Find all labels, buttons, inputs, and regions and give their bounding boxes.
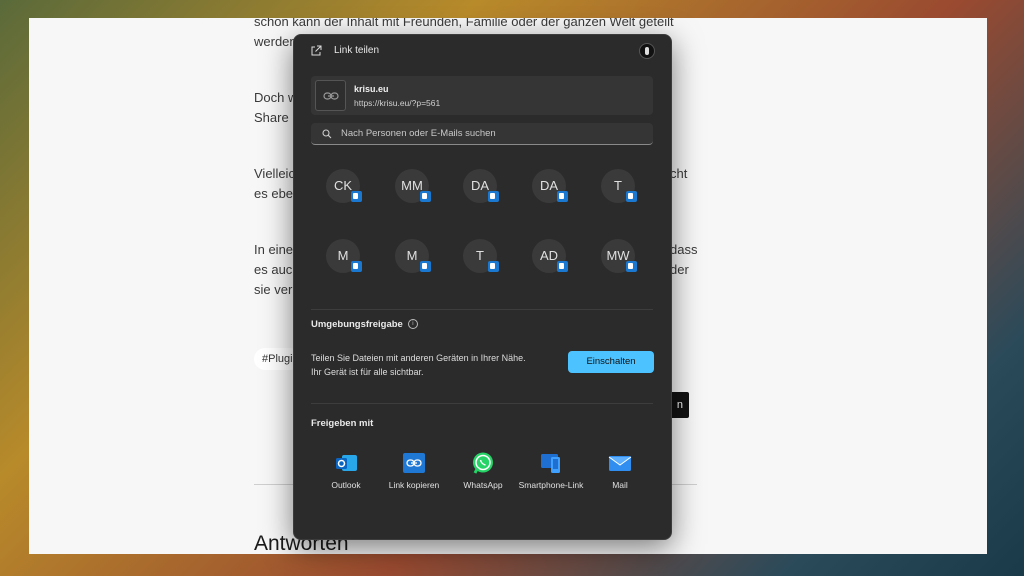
share-app-label: Smartphone-Link (518, 480, 584, 490)
share-app-whatsapp[interactable]: WhatsApp (448, 451, 518, 491)
share-app-mail[interactable]: Mail (585, 451, 655, 491)
share-dialog: Link teilen krisu.eu https://krisu.eu/?p… (293, 34, 672, 540)
link-title: krisu.eu (354, 84, 389, 94)
link-thumbnail (315, 80, 346, 111)
nearby-sharing-description: Teilen Sie Dateien mit anderen Geräten i… (311, 353, 526, 377)
article-line: Doch w (254, 90, 298, 105)
contact-grid: CK MM DA DA T M M T AD MW (311, 165, 653, 295)
phone-link-icon (539, 451, 563, 475)
link-url: https://krisu.eu/?p=561 (354, 98, 441, 108)
article-line: Share l (254, 110, 296, 125)
share-app-outlook[interactable]: Outlook (311, 451, 381, 491)
dialog-header: Link teilen (294, 35, 671, 67)
outlook-badge-icon (420, 191, 431, 202)
article-line: cht (670, 166, 688, 181)
outlook-icon (334, 451, 358, 475)
outlook-badge-icon (420, 261, 431, 272)
link-icon (402, 451, 426, 475)
outlook-badge-icon (488, 261, 499, 272)
search-input[interactable] (341, 126, 641, 141)
contact-item[interactable]: M (326, 239, 362, 273)
contact-item[interactable]: M (395, 239, 431, 273)
outlook-badge-icon (626, 191, 637, 202)
contact-item[interactable]: DA (463, 169, 499, 203)
outlook-badge-icon (626, 261, 637, 272)
article-line: schon kann der Inhalt mit Freunden, Fami… (254, 18, 674, 29)
search-icon (322, 129, 332, 139)
share-app-copy-link[interactable]: Link kopieren (379, 451, 449, 491)
dialog-title: Link teilen (334, 45, 380, 56)
nearby-sharing-label: Umgebungsfreigabe (311, 319, 403, 330)
share-app-list: Outlook Link kopieren WhatsApp Smartphon… (311, 451, 653, 531)
share-icon (311, 45, 322, 56)
article-line: dass (670, 242, 698, 257)
outlook-badge-icon (351, 261, 362, 272)
share-app-phone-link[interactable]: Smartphone-Link (516, 451, 586, 491)
share-with-title: Freigeben mit (311, 418, 374, 429)
whatsapp-icon (471, 451, 495, 475)
contact-item[interactable]: T (601, 169, 637, 203)
contact-item[interactable]: CK (326, 169, 362, 203)
share-app-label: WhatsApp (463, 480, 503, 490)
divider (311, 309, 653, 310)
link-preview: krisu.eu https://krisu.eu/?p=561 (311, 76, 653, 115)
info-icon[interactable]: i (407, 319, 418, 330)
article-line: sie verl (254, 282, 296, 297)
outlook-badge-icon (557, 191, 568, 202)
nearby-sharing-title: Umgebungsfreigabe i (311, 319, 418, 330)
contact-item[interactable]: T (463, 239, 499, 273)
contact-item[interactable]: MW (601, 239, 637, 273)
outlook-badge-icon (488, 191, 499, 202)
link-icon (323, 92, 339, 100)
share-app-label: Mail (612, 480, 628, 490)
divider (311, 403, 653, 404)
article-line: es ebe (254, 186, 294, 201)
enable-nearby-button[interactable]: Einschalten (568, 351, 654, 373)
share-app-label: Link kopieren (388, 480, 440, 490)
account-avatar-icon[interactable] (639, 43, 655, 59)
mail-icon (608, 451, 632, 475)
article-line: der (670, 262, 689, 277)
share-app-label: Outlook (331, 480, 361, 490)
outlook-badge-icon (351, 191, 362, 202)
outlook-badge-icon (557, 261, 568, 272)
contact-item[interactable]: DA (532, 169, 568, 203)
search-box[interactable] (311, 123, 653, 145)
article-line: In einer (254, 242, 298, 257)
contact-item[interactable]: MM (395, 169, 431, 203)
article-line: Vielleic (254, 166, 295, 181)
contact-item[interactable]: AD (532, 239, 568, 273)
